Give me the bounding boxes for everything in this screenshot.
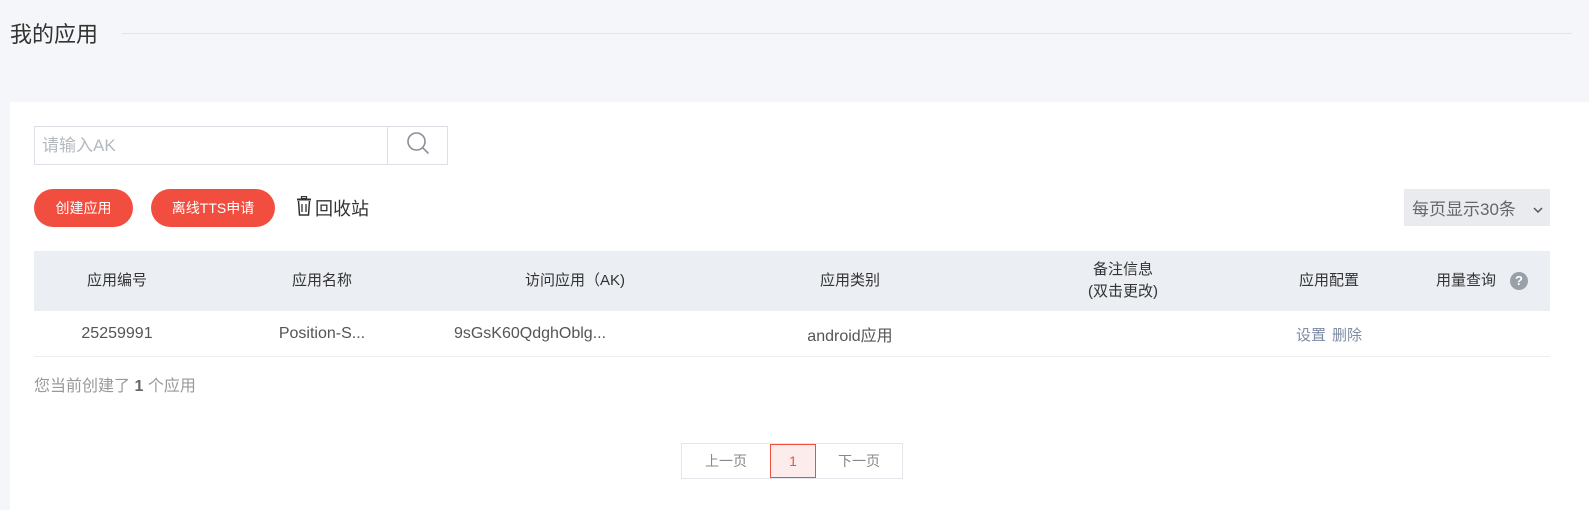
- header-category: 应用类别: [819, 272, 880, 289]
- search-box: [34, 126, 448, 165]
- cell-app-name: Position-S...: [278, 325, 366, 342]
- page-title: 我的应用: [10, 22, 99, 47]
- summary-prefix: 您当前创建了: [34, 378, 131, 395]
- summary-suffix: 个应用: [147, 378, 196, 395]
- current-page-button[interactable]: 1: [770, 444, 816, 478]
- search-button[interactable]: [387, 127, 447, 164]
- page-size-select[interactable]: 每页显示30条: [1404, 189, 1550, 226]
- header-app-id: 应用编号: [86, 272, 147, 289]
- settings-link[interactable]: 设置: [1296, 324, 1326, 345]
- header-usage: 用量查询 ?: [1414, 251, 1550, 311]
- summary-count: 1: [134, 378, 144, 395]
- cell-config: 设置 删除: [1254, 311, 1404, 357]
- table-header: 应用编号 应用名称 访问应用（AK) 应用类别 备注信息 (双击更改) 应用配置…: [34, 251, 1550, 311]
- header-note-label: 备注信息: [1092, 261, 1153, 278]
- page-size-label: 每页显示30条: [1412, 200, 1516, 219]
- header-usage-label: 用量查询: [1435, 272, 1496, 289]
- recycle-bin-label: 回收站: [315, 199, 369, 219]
- cell-ak: 9sGsK60QdghOblg...: [453, 325, 607, 342]
- recycle-bin-link[interactable]: 回收站: [295, 195, 369, 221]
- cell-app-id: 25259991: [81, 325, 153, 342]
- pagination: 上一页 1 下一页: [681, 443, 903, 479]
- app-count-summary: 您当前创建了 1 个应用: [34, 372, 196, 396]
- next-page-button[interactable]: 下一页: [816, 444, 902, 478]
- create-app-button[interactable]: 创建应用: [34, 189, 133, 227]
- help-icon[interactable]: ?: [1510, 272, 1528, 290]
- table-row: 25259991 Position-S... 9sGsK60QdghOblg..…: [34, 311, 1550, 357]
- offline-tts-apply-button[interactable]: 离线TTS申请: [151, 189, 275, 227]
- prev-page-button[interactable]: 上一页: [682, 444, 770, 478]
- cell-note[interactable]: [1018, 311, 1228, 357]
- title-divider: [122, 33, 1572, 34]
- trash-icon: [295, 195, 315, 221]
- header-note-hint: (双击更改): [1088, 283, 1158, 300]
- search-input[interactable]: [35, 127, 387, 164]
- header-note: 备注信息 (双击更改): [1018, 251, 1228, 311]
- main-panel: 创建应用 离线TTS申请 回收站 每页显示30条 应用编号 应用名称 访问应用（…: [10, 102, 1589, 510]
- apps-table: 应用编号 应用名称 访问应用（AK) 应用类别 备注信息 (双击更改) 应用配置…: [34, 251, 1550, 357]
- cell-category: android应用: [807, 328, 893, 345]
- header-config: 应用配置: [1298, 272, 1359, 289]
- search-icon: [406, 131, 430, 160]
- header-ak: 访问应用（AK): [524, 272, 625, 289]
- chevron-down-icon: [1532, 201, 1544, 221]
- header-app-name: 应用名称: [291, 272, 352, 289]
- page-header: 我的应用: [0, 0, 1589, 70]
- delete-link[interactable]: 删除: [1332, 324, 1362, 345]
